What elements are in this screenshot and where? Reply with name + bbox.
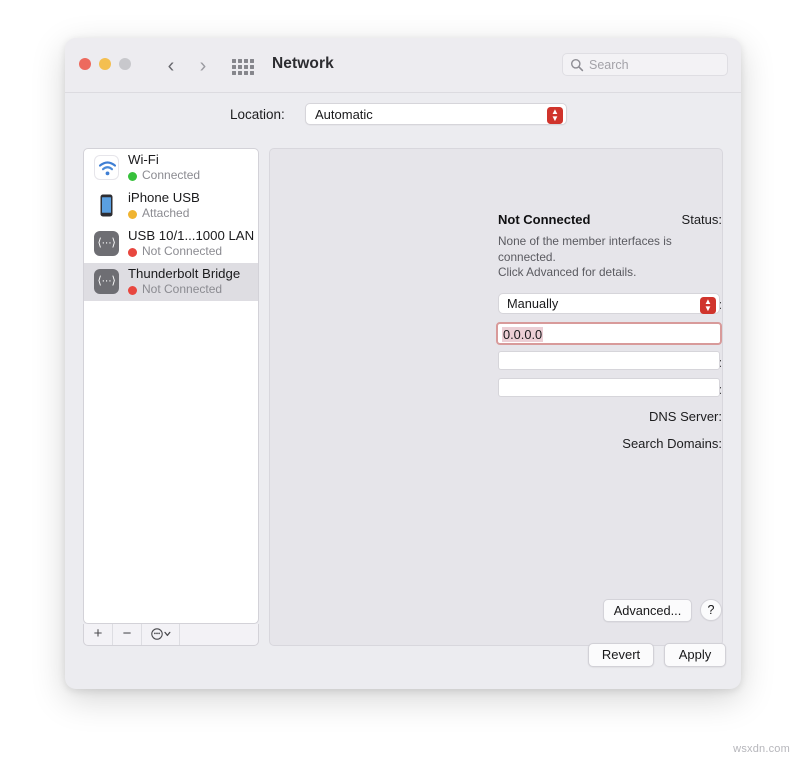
ethernet-icon: ⟨···⟩ [94,231,119,256]
back-icon[interactable]: ‹ [161,54,181,78]
search-placeholder: Search [589,57,629,73]
action-menu-button[interactable] [142,624,180,645]
interface-name: Wi-Fi [128,152,159,167]
page-title: Network [272,55,334,73]
ip-address-value: 0.0.0.0 [502,327,543,342]
interface-row[interactable]: Wi-FiConnected [84,149,258,187]
interface-list-toolbar: + − [83,624,259,646]
status-value: Not Connected [498,212,590,227]
interface-name: iPhone USB [128,190,200,205]
add-interface-button[interactable]: + [84,624,113,645]
location-row: Location: Automatic ▲ ▼ [65,93,741,139]
network-preferences-window: ‹ › Network Search Location: Automatic ▲… [65,38,741,689]
router-input[interactable] [498,378,720,397]
interface-row[interactable]: ⟨···⟩ USB 10/1...1000 LANNot Connected [84,225,258,263]
configure-ipv4-select[interactable]: Manually ▲ ▼ [498,293,720,314]
apply-button[interactable]: Apply [664,643,726,667]
status-dot [128,172,137,181]
interface-status: Connected [142,168,200,182]
status-dot [128,210,137,219]
action-gear-icon [148,624,174,644]
iphone-icon [94,193,119,218]
minimize-button[interactable] [99,58,111,70]
help-button[interactable]: ? [700,599,722,621]
location-stepper-icon[interactable]: ▲ ▼ [547,107,563,124]
dns-server-label: DNS Server: [500,409,722,424]
location-value: Automatic [315,107,373,122]
interface-list[interactable]: Wi-FiConnectediPhone USBAttached⟨···⟩USB… [83,148,259,624]
toolbar-filler [180,624,258,645]
status-dot [128,286,137,295]
ethernet-icon: ⟨···⟩ [94,269,119,294]
location-label: Location: [230,107,285,122]
maximize-button[interactable] [119,58,131,70]
wifi-icon [94,155,119,180]
subnet-mask-input[interactable] [498,351,720,370]
interface-row[interactable]: iPhone USBAttached [84,187,258,225]
forward-icon[interactable]: › [193,54,213,78]
interface-status: Attached [142,206,189,220]
watermark: wsxdn.com [733,743,790,755]
status-dot [128,248,137,257]
ip-address-input[interactable]: 0.0.0.0 [496,322,722,345]
revert-button[interactable]: Revert [588,643,654,667]
interface-name: USB 10/1...1000 LAN [128,228,254,243]
interface-row[interactable]: ⟨···⟩ Thunderbolt BridgeNot Connected [84,263,258,301]
location-select[interactable]: Automatic ▲ ▼ [305,103,567,125]
configure-ipv4-value: Manually [507,296,558,311]
window-titlebar: ‹ › Network Search [65,38,741,93]
advanced-button[interactable]: Advanced... [603,599,692,622]
status-description: None of the member interfaces is connect… [498,234,718,281]
search-input[interactable]: Search [562,53,728,76]
remove-interface-button[interactable]: − [113,624,142,645]
search-domains-label: Search Domains: [500,436,722,451]
show-all-icon[interactable] [232,59,254,75]
interface-status: Not Connected [142,244,222,258]
interface-detail-panel: Status: Not Connected None of the member… [269,148,723,646]
search-icon [570,58,584,72]
close-button[interactable] [79,58,91,70]
interface-name: Thunderbolt Bridge [128,266,240,281]
interface-status: Not Connected [142,282,222,296]
configure-ipv4-stepper-icon[interactable]: ▲ ▼ [700,297,716,314]
